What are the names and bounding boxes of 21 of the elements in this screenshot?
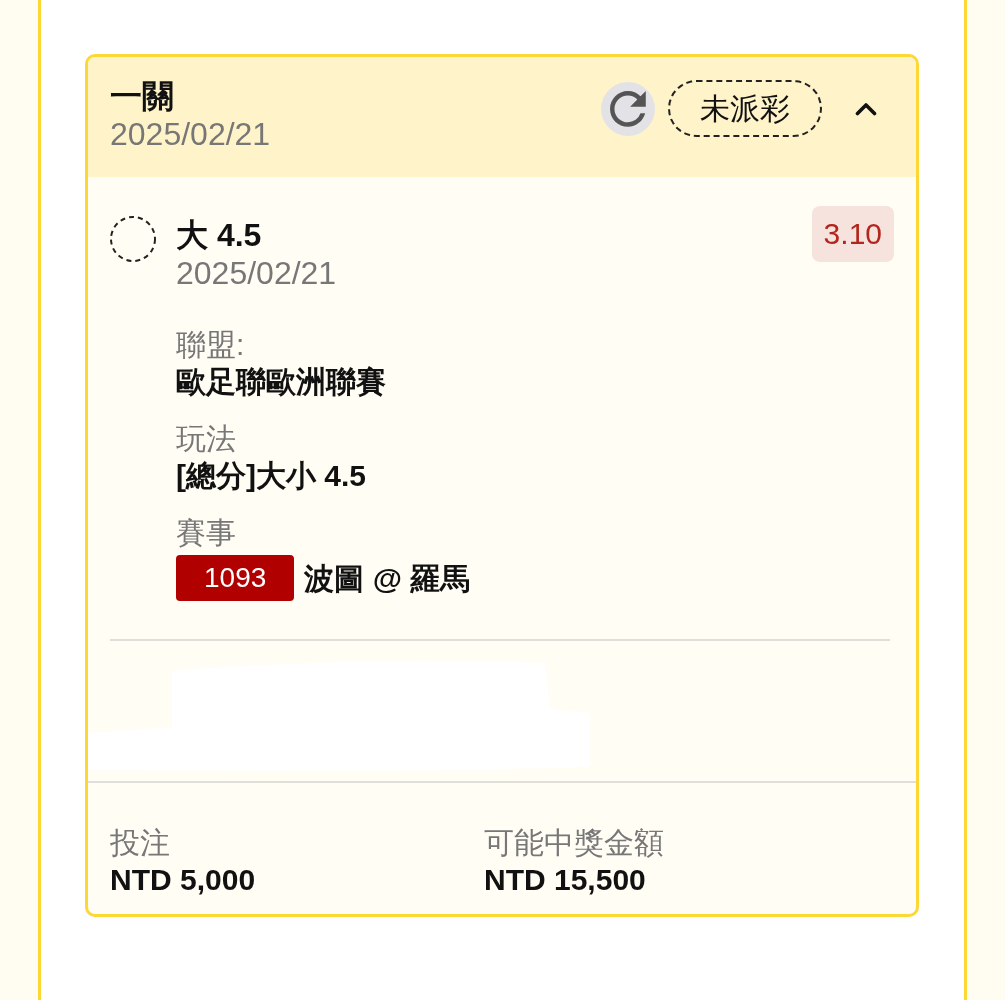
match-number-badge: 1093 bbox=[176, 555, 295, 601]
summary-value: NTD 5,000 bbox=[110, 862, 257, 898]
bet-type-title: 一關 bbox=[110, 77, 175, 115]
field-label: 玩法 bbox=[176, 421, 237, 457]
selection-title: 大 4.5 bbox=[176, 216, 263, 254]
dashed-circle-icon bbox=[110, 216, 156, 262]
summary-value: NTD 15,500 bbox=[484, 862, 647, 898]
chevron-up-icon[interactable] bbox=[855, 101, 877, 116]
refresh-button[interactable] bbox=[601, 81, 655, 136]
match-name: 波圖 @ 羅馬 bbox=[304, 560, 471, 597]
odds-badge: 3.10 bbox=[811, 206, 894, 262]
field-value: [總分]大小 4.5 bbox=[176, 458, 368, 494]
summary-label: 投注 bbox=[110, 825, 171, 861]
field-label: 聯盟: bbox=[176, 327, 246, 363]
field-value: 歐足聯歐洲聯賽 bbox=[176, 364, 387, 400]
refresh-icon bbox=[610, 90, 646, 127]
field-label: 賽事 bbox=[176, 515, 237, 551]
status-tag: 未派彩 bbox=[668, 80, 822, 137]
bet-date: 2025/02/21 bbox=[110, 115, 271, 153]
summary-label: 可能中獎金額 bbox=[484, 825, 665, 861]
selection-date: 2025/02/21 bbox=[176, 254, 338, 292]
